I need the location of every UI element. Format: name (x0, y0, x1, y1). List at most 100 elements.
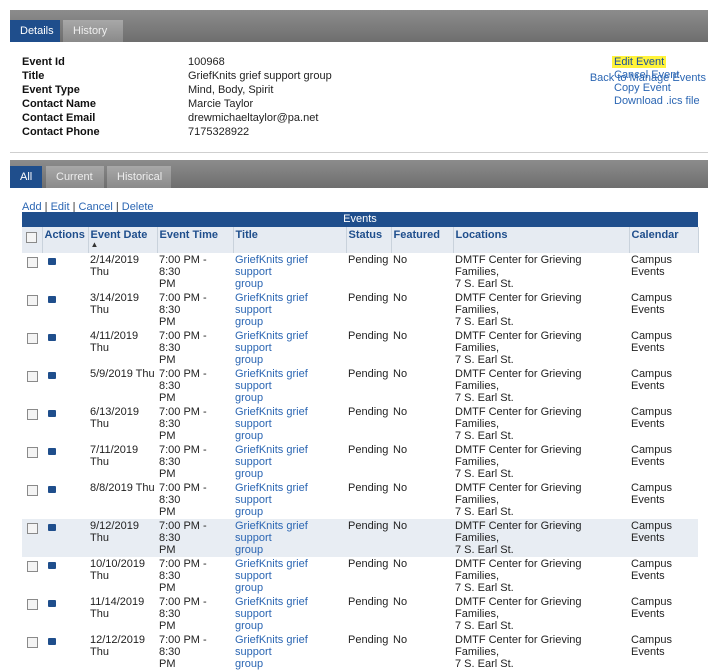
tab-history[interactable]: History (63, 20, 123, 42)
event-details-icon[interactable] (48, 562, 56, 569)
title-cell[interactable]: GriefKnits grief support group (233, 481, 346, 519)
title-cell[interactable]: GriefKnits grief support group (233, 443, 346, 481)
row-checkbox[interactable] (27, 523, 38, 534)
row-checkbox[interactable] (27, 637, 38, 648)
cell-line: Campus (631, 520, 672, 532)
edit-event-link[interactable]: Edit Event (612, 56, 667, 68)
event-title-link[interactable]: GriefKnits grief support group (235, 596, 308, 632)
event-time-header[interactable]: Event Time (157, 227, 234, 253)
event-details-icon[interactable] (48, 638, 56, 645)
row-checkbox[interactable] (27, 409, 38, 420)
cell-line: 7 S. Earl St. (455, 658, 514, 670)
status-header[interactable]: Status (346, 227, 392, 253)
featured-cell: No (393, 292, 408, 304)
copy-event-link[interactable]: Copy Event (614, 82, 700, 95)
event-details-icon[interactable] (48, 296, 56, 303)
event-title-link[interactable]: GriefKnits grief support group (235, 292, 308, 328)
title-cell[interactable]: GriefKnits grief support group (233, 519, 346, 557)
table-row[interactable]: 12/12/2019 Thu 7:00 PM - 8:30 PM GriefKnits … (22, 633, 698, 671)
row-checkbox[interactable] (27, 485, 38, 496)
select-all-checkbox[interactable] (26, 232, 37, 243)
cell-line: GriefKnits grief support (235, 292, 308, 316)
event-details-icon[interactable] (48, 410, 56, 417)
row-checkbox[interactable] (27, 333, 38, 344)
cell-line: Thu (90, 570, 109, 582)
table-row[interactable]: 6/13/2019 Thu 7:00 PM - 8:30 PM GriefKnits g… (22, 405, 698, 443)
calendar-header[interactable]: Calendar (629, 227, 699, 253)
table-row[interactable]: 11/14/2019 Thu 7:00 PM - 8:30 PM GriefKnits … (22, 595, 698, 633)
title-cell[interactable]: GriefKnits grief support group (233, 253, 346, 291)
row-checkbox[interactable] (27, 371, 38, 382)
event-date-header[interactable]: Event Date ▲ (88, 227, 158, 253)
event-actions-menu: Edit Event Cancel Event Copy Event Downl… (612, 56, 700, 108)
title-cell[interactable]: GriefKnits grief support group (233, 329, 346, 367)
event-title-link[interactable]: GriefKnits grief support group (235, 406, 308, 442)
cell-line: 7:00 PM - 8:30 (159, 634, 207, 658)
tab-all[interactable]: All (10, 166, 42, 188)
cell-line: 11/14/2019 (90, 596, 145, 608)
event-details-icon[interactable] (48, 524, 56, 531)
cell-line: Events (631, 380, 665, 392)
calendar-cell: Campus Events (629, 329, 698, 367)
title-header[interactable]: Title (233, 227, 347, 253)
event-details-icon[interactable] (48, 372, 56, 379)
locations-header[interactable]: Locations (453, 227, 630, 253)
cell-line: PM (159, 278, 176, 290)
title-cell[interactable]: GriefKnits grief support group (233, 557, 346, 595)
event-title-link[interactable]: GriefKnits grief support group (235, 254, 308, 290)
table-row[interactable]: 4/11/2019 Thu 7:00 PM - 8:30 PM GriefKnits … (22, 329, 698, 367)
tab-current[interactable]: Current (46, 166, 104, 188)
title-value: GriefKnits grief support group (188, 70, 332, 82)
row-checkbox[interactable] (27, 561, 38, 572)
table-row[interactable]: 5/9/2019 Thu 7:00 PM - 8:30 PM GriefKnits g… (22, 367, 698, 405)
table-row[interactable]: 2/14/2019 Thu 7:00 PM - 8:30 PM GriefKnits g… (22, 253, 698, 291)
row-checkbox[interactable] (27, 295, 38, 306)
status-cell: Pending (348, 406, 389, 418)
event-title-link[interactable]: GriefKnits grief support group (235, 634, 308, 670)
table-row[interactable]: 8/8/2019 Thu 7:00 PM - 8:30 PM GriefKnits g… (22, 481, 698, 519)
cell-line: 9/12/2019 (90, 520, 139, 532)
row-actions-cell (42, 405, 88, 443)
calendar-cell: Campus Events (629, 557, 698, 595)
event-title-link[interactable]: GriefKnits grief support group (235, 558, 308, 594)
event-date-cell: 6/13/2019 Thu (88, 405, 157, 443)
row-select-cell (22, 329, 42, 367)
row-checkbox[interactable] (27, 257, 38, 268)
table-row[interactable]: 3/14/2019 Thu 7:00 PM - 8:30 PM GriefKnits g… (22, 291, 698, 329)
event-title-link[interactable]: GriefKnits grief support group (235, 444, 308, 480)
event-time-cell: 7:00 PM - 8:30 PM (157, 519, 233, 557)
event-date-cell: 5/9/2019 Thu (88, 367, 157, 405)
event-details-icon[interactable] (48, 334, 56, 341)
event-details-icon[interactable] (48, 448, 56, 455)
event-title-link[interactable]: GriefKnits grief support group (235, 368, 308, 404)
title-cell[interactable]: GriefKnits grief support group (233, 595, 346, 633)
download-ics-link[interactable]: Download .ics file (614, 95, 700, 108)
title-cell[interactable]: GriefKnits grief support group (233, 291, 346, 329)
event-title-link[interactable]: GriefKnits grief support group (235, 520, 308, 556)
cell-line: 7:00 PM - 8:30 (159, 368, 207, 392)
table-row[interactable]: 10/10/2019 Thu 7:00 PM - 8:30 PM GriefKnits … (22, 557, 698, 595)
event-details-icon[interactable] (48, 258, 56, 265)
title-cell[interactable]: GriefKnits grief support group (233, 367, 346, 405)
tab-details[interactable]: Details (10, 20, 60, 42)
event-details-icon[interactable] (48, 600, 56, 607)
cell-line: PM (159, 468, 176, 480)
calendar-cell: Campus Events (629, 443, 698, 481)
featured-header[interactable]: Featured (391, 227, 454, 253)
title-cell[interactable]: GriefKnits grief support group (233, 633, 346, 671)
table-row[interactable]: 7/11/2019 Thu 7:00 PM - 8:30 PM GriefKnits … (22, 443, 698, 481)
table-row[interactable]: 9/12/2019 Thu 7:00 PM - 8:30 PM GriefKnits g… (22, 519, 698, 557)
cell-line: 7:00 PM - 8:30 (159, 254, 207, 278)
row-checkbox[interactable] (27, 447, 38, 458)
cell-line: DMTF Center for Grieving Families, (455, 330, 582, 354)
cell-line: Events (631, 494, 665, 506)
event-details-icon[interactable] (48, 486, 56, 493)
tab-historical[interactable]: Historical (107, 166, 171, 188)
status-cell: Pending (348, 444, 389, 456)
locations-cell: DMTF Center for Grieving Families, 7 S. E… (453, 367, 629, 405)
cancel-event-link[interactable]: Cancel Event (614, 69, 700, 82)
event-title-link[interactable]: GriefKnits grief support group (235, 482, 308, 518)
event-title-link[interactable]: GriefKnits grief support group (235, 330, 308, 366)
row-checkbox[interactable] (27, 599, 38, 610)
title-cell[interactable]: GriefKnits grief support group (233, 405, 346, 443)
